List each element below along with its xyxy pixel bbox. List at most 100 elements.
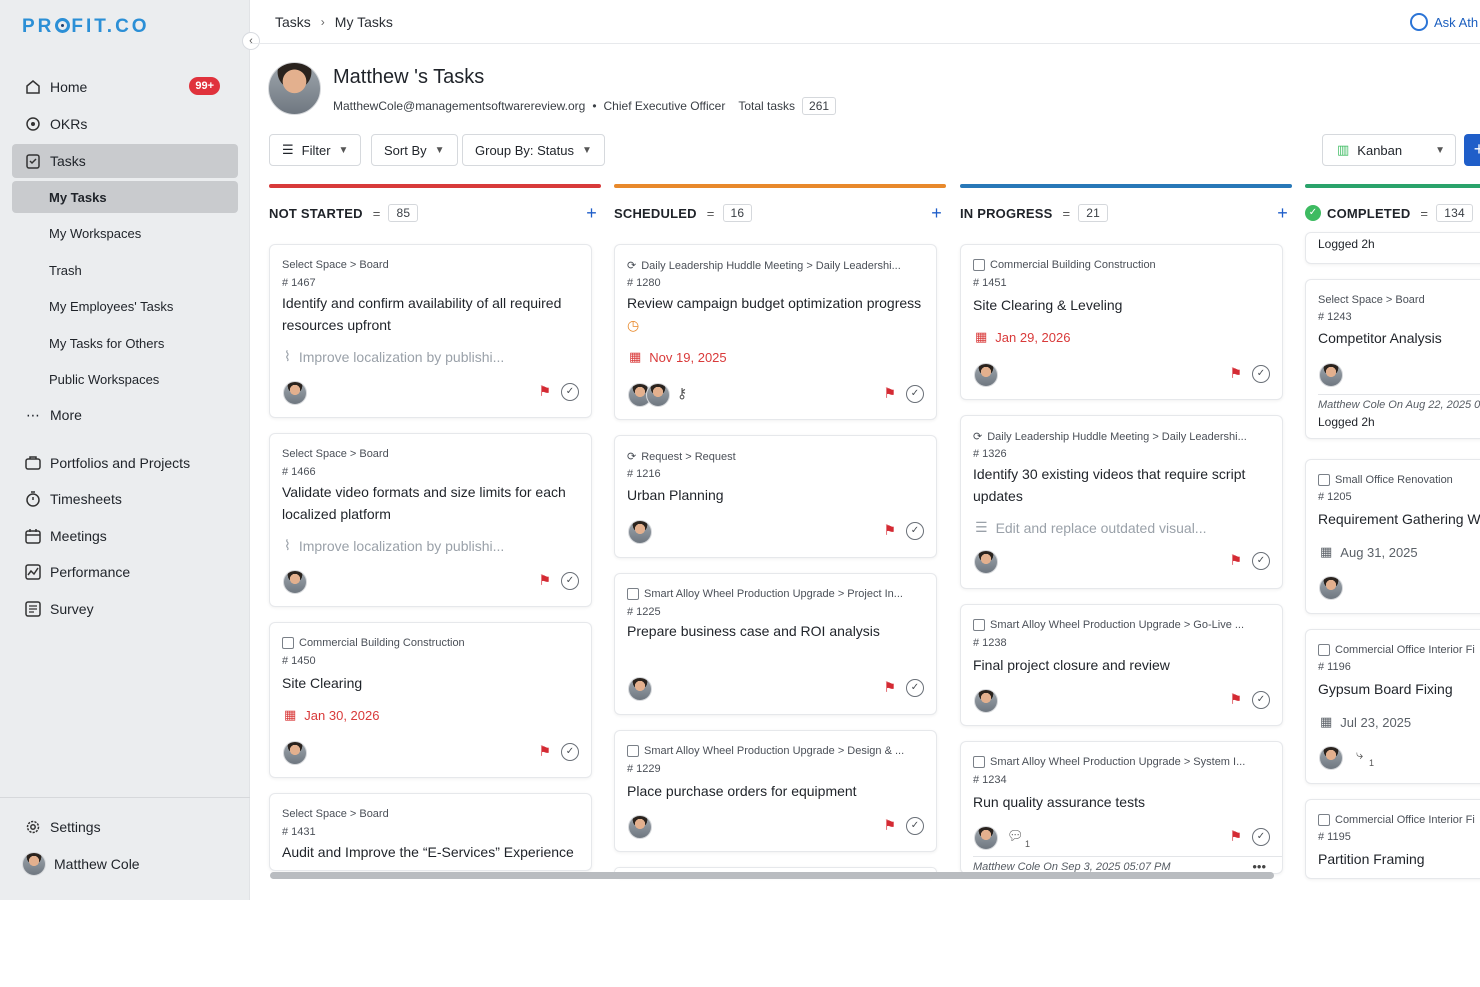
- sidebar-subitem-employees-tasks[interactable]: My Employees' Tasks: [12, 290, 238, 322]
- assignee-avatar[interactable]: [974, 363, 998, 387]
- add-card-button[interactable]: +: [1277, 203, 1288, 224]
- priority-flag-icon[interactable]: ⚑: [1229, 828, 1242, 845]
- task-card[interactable]: Logged 2h: [1305, 232, 1480, 264]
- assignee-avatar[interactable]: [628, 677, 652, 701]
- sidebar-item-portfolios[interactable]: Portfolios and Projects: [12, 446, 238, 480]
- sidebar-item-more[interactable]: ⋯ More: [12, 398, 238, 432]
- sidebar-item-okrs[interactable]: OKRs: [12, 107, 238, 141]
- task-card[interactable]: ⟳ Daily Leadership Huddle Meeting > Daily…: [960, 415, 1283, 589]
- assignee-avatar[interactable]: [1319, 746, 1343, 770]
- priority-flag-icon[interactable]: ⚑: [1229, 552, 1242, 569]
- due-date[interactable]: ▦ Jan 30, 2026: [284, 707, 379, 723]
- add-card-button[interactable]: +: [586, 203, 597, 224]
- complete-check-icon[interactable]: ✓: [906, 522, 924, 540]
- assignee-avatar[interactable]: [283, 381, 307, 405]
- complete-check-icon[interactable]: ✓: [906, 679, 924, 697]
- assignee-avatar[interactable]: [283, 741, 307, 765]
- due-date-text: Jan 30, 2026: [304, 707, 380, 723]
- add-card-button[interactable]: +: [931, 203, 942, 224]
- due-date[interactable]: ▦ Aug 31, 2025: [1320, 544, 1418, 560]
- crumb-text: Smart Alloy Wheel Production Upgrade > P…: [644, 588, 903, 600]
- task-card[interactable]: Smart Alloy Wheel Production Upgrade > G…: [960, 604, 1283, 726]
- complete-check-icon[interactable]: ✓: [1252, 365, 1270, 383]
- linked-item[interactable]: ☰ Edit and replace outdated visual...: [975, 519, 1206, 536]
- assignee-avatar[interactable]: [974, 826, 998, 850]
- card-breadcrumb: Smart Alloy Wheel Production Upgrade > G…: [973, 619, 1268, 631]
- sidebar-item-timesheets[interactable]: Timesheets: [12, 482, 238, 516]
- priority-flag-icon[interactable]: ⚑: [1229, 365, 1242, 382]
- due-date[interactable]: ▦ Jan 29, 2026: [975, 329, 1070, 345]
- priority-flag-icon[interactable]: ⚑: [538, 572, 551, 589]
- sort-button[interactable]: Sort By ▼: [371, 134, 458, 166]
- sidebar-subitem-my-tasks[interactable]: My Tasks: [12, 181, 238, 213]
- key-icon[interactable]: ⚷: [677, 385, 687, 402]
- assignee-avatar[interactable]: [646, 383, 670, 407]
- task-card[interactable]: Smart Alloy Wheel Production Upgrade > D…: [614, 730, 937, 852]
- linked-item[interactable]: ⌇ Improve localization by publishi...: [284, 348, 504, 365]
- task-card[interactable]: ⟳ Daily Leadership Huddle Meeting > Daily…: [614, 244, 937, 420]
- task-card[interactable]: Select Space > Board # 1466 Validate vid…: [269, 433, 592, 607]
- task-card[interactable]: Commercial Building Construction # 1450 …: [269, 622, 592, 778]
- complete-check-icon[interactable]: ✓: [1252, 552, 1270, 570]
- priority-flag-icon[interactable]: ⚑: [883, 522, 896, 539]
- assignee-avatar[interactable]: [974, 550, 998, 574]
- subtask-icon[interactable]: ⤷: [1356, 747, 1363, 763]
- app-logo[interactable]: PR FIT.CO: [22, 16, 150, 38]
- priority-flag-icon[interactable]: ⚑: [883, 679, 896, 696]
- filter-button[interactable]: ☰ Filter ▼: [269, 134, 362, 166]
- group-by-button[interactable]: Group By: Status ▼: [462, 134, 605, 166]
- task-card[interactable]: Small Office Renovation # 1205 Requireme…: [1305, 459, 1480, 614]
- comment-icon[interactable]: 💬︎: [1007, 828, 1024, 844]
- priority-flag-icon[interactable]: ⚑: [1229, 691, 1242, 708]
- assignee-avatar[interactable]: [628, 815, 652, 839]
- assignee-avatar[interactable]: [1319, 363, 1343, 387]
- task-card[interactable]: Select Space > Board # 1467 Identify and…: [269, 244, 592, 418]
- priority-flag-icon[interactable]: ⚑: [538, 383, 551, 400]
- current-user[interactable]: Matthew Cole: [22, 852, 140, 876]
- sidebar-item-meetings[interactable]: Meetings: [12, 519, 238, 553]
- add-task-button[interactable]: +: [1464, 134, 1480, 166]
- breadcrumb-tasks[interactable]: Tasks: [275, 14, 311, 30]
- task-card[interactable]: Select Space > Board # 1431 Audit and Im…: [269, 793, 592, 871]
- sidebar-item-tasks[interactable]: Tasks: [12, 144, 238, 178]
- header-divider: [250, 43, 1480, 44]
- sidebar-subitem-tasks-for-others[interactable]: My Tasks for Others: [12, 327, 238, 359]
- sidebar-subitem-public-workspaces[interactable]: Public Workspaces: [12, 363, 238, 395]
- complete-check-icon[interactable]: ✓: [1252, 691, 1270, 709]
- view-selector[interactable]: ▥ Kanban ▼: [1322, 134, 1456, 166]
- task-card[interactable]: Commercial Office Interior Fi # 1196 Gyp…: [1305, 629, 1480, 784]
- sidebar-item-survey[interactable]: Survey: [12, 592, 238, 626]
- task-card[interactable]: ⟳ Request > Request # 1216 Urban Planning…: [614, 435, 937, 558]
- complete-check-icon[interactable]: ✓: [906, 817, 924, 835]
- due-date[interactable]: ▦ Nov 19, 2025: [629, 349, 727, 365]
- assignee-avatar[interactable]: [974, 689, 998, 713]
- task-card[interactable]: Smart Alloy Wheel Production Upgrade > P…: [614, 573, 937, 715]
- ask-athena-button[interactable]: Ask Ath: [1410, 13, 1478, 31]
- complete-check-icon[interactable]: ✓: [906, 385, 924, 403]
- due-date[interactable]: ▦ Jul 23, 2025: [1320, 714, 1411, 730]
- complete-check-icon[interactable]: ✓: [561, 383, 579, 401]
- collapse-sidebar-icon[interactable]: ‹: [242, 32, 260, 50]
- priority-flag-icon[interactable]: ⚑: [883, 817, 896, 834]
- task-card[interactable]: Commercial Office Interior Fi # 1195 Par…: [1305, 799, 1480, 879]
- horizontal-scrollbar[interactable]: [270, 872, 1274, 879]
- complete-check-icon[interactable]: ✓: [561, 743, 579, 761]
- task-card[interactable]: Commercial Building Construction # 1451 …: [960, 244, 1283, 400]
- sidebar-item-home[interactable]: Home 99+: [12, 70, 238, 104]
- sidebar-item-performance[interactable]: Performance: [12, 555, 238, 589]
- assignee-avatar[interactable]: [1319, 576, 1343, 600]
- sidebar-item-settings[interactable]: Settings: [12, 810, 238, 844]
- complete-check-icon[interactable]: ✓: [1252, 828, 1270, 846]
- complete-check-icon[interactable]: ✓: [561, 572, 579, 590]
- task-card[interactable]: Smart Alloy Wheel Production Upgrade > S…: [960, 741, 1283, 874]
- priority-flag-icon[interactable]: ⚑: [538, 743, 551, 760]
- user-email: MatthewCole@managementsoftwarereview.org: [333, 99, 586, 113]
- assignee-avatar[interactable]: [628, 520, 652, 544]
- task-card[interactable]: Select Space > Board # 1243 Competitor A…: [1305, 279, 1480, 439]
- priority-flag-icon[interactable]: ⚑: [883, 385, 896, 402]
- assignee-avatar[interactable]: [283, 570, 307, 594]
- linked-item[interactable]: ⌇ Improve localization by publishi...: [284, 537, 504, 554]
- sidebar-subitem-my-workspaces[interactable]: My Workspaces: [12, 217, 238, 249]
- crumb-text: Commercial Building Construction: [990, 259, 1156, 271]
- sidebar-subitem-trash[interactable]: Trash: [12, 254, 238, 286]
